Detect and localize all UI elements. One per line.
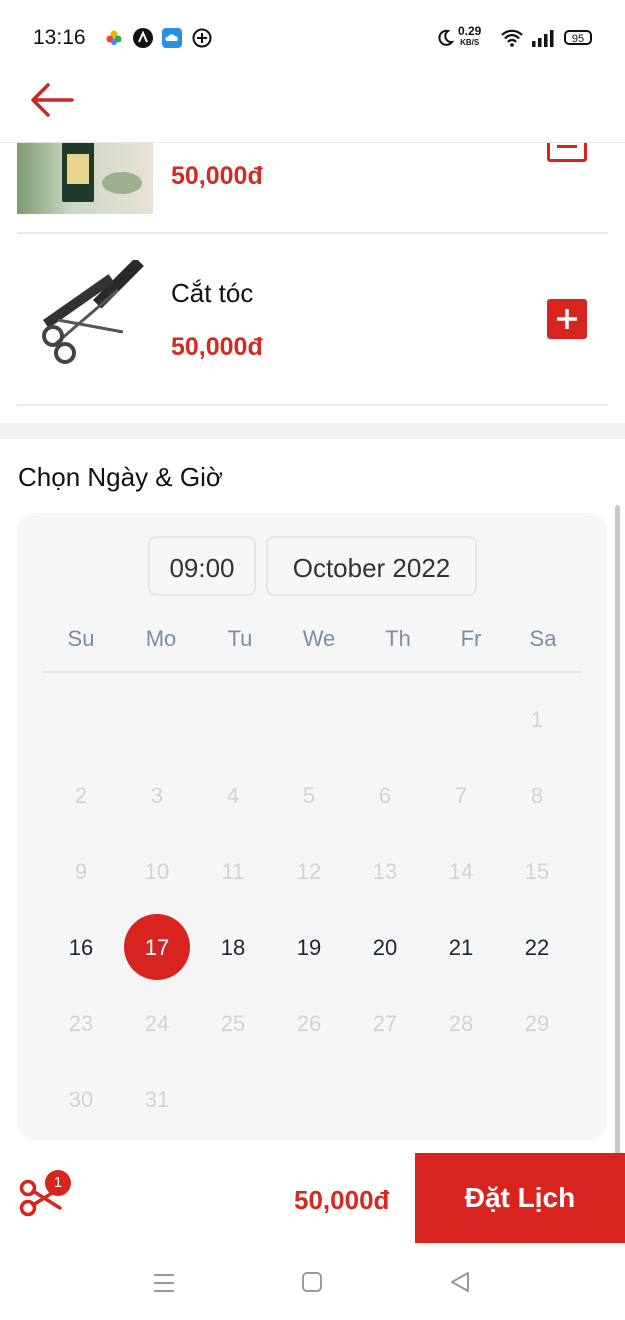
moon-icon: [438, 29, 455, 46]
book-button[interactable]: Đặt Lịch: [415, 1153, 625, 1243]
plus-icon: [557, 309, 577, 329]
service-price: 50,000đ: [171, 333, 263, 361]
net-speed-unit: KB/S: [460, 38, 480, 47]
minus-icon: [557, 145, 577, 148]
calendar-day: 13: [372, 859, 398, 884]
calendar-day: 11: [221, 859, 245, 884]
calendar-day-available[interactable]: 22: [499, 933, 575, 963]
weekday-divider: [43, 671, 581, 673]
cart-count-badge: 1: [45, 1170, 71, 1196]
calendar-day: 12: [296, 859, 322, 884]
home-icon[interactable]: [300, 1270, 324, 1294]
net-speed-value: 0.29: [458, 24, 482, 38]
calendar-day: 2: [74, 783, 88, 808]
service-row: 50,000đ: [17, 122, 608, 234]
calendar-day-available[interactable]: 16: [43, 933, 119, 963]
system-nav-bar: [0, 1248, 625, 1320]
calendar-day: 23: [68, 1011, 94, 1036]
weekday-tu: Tu: [227, 626, 253, 651]
calendar-day: 8: [530, 783, 544, 808]
calendar-day: 30: [68, 1087, 94, 1112]
arrow-left-icon[interactable]: [30, 82, 74, 118]
service-price: 50,000đ: [171, 162, 263, 190]
calendar-day-available[interactable]: 20: [347, 933, 423, 963]
service-name: Cắt tóc: [171, 278, 254, 308]
month-select[interactable]: October 2022: [266, 536, 477, 596]
calendar-day: 4: [226, 783, 240, 808]
back-icon[interactable]: [448, 1270, 472, 1294]
scissors-comb-image: [42, 260, 144, 364]
section-title: Chọn Ngày & Giờ: [18, 462, 223, 492]
calendar-day: 1: [530, 707, 544, 732]
calendar-day: 29: [524, 1011, 550, 1036]
wifi-icon: [501, 29, 523, 47]
calendar-day: 15: [524, 859, 550, 884]
calendar-day: 26: [296, 1011, 322, 1036]
add-service-button[interactable]: [547, 299, 587, 339]
calendar-day: 7: [454, 783, 468, 808]
calendar-day: 9: [74, 859, 88, 884]
app-header: [0, 78, 625, 143]
calendar-day-selected[interactable]: 17: [119, 933, 195, 963]
cloud-app-icon: [162, 28, 182, 48]
plus-circle-icon: [192, 28, 212, 48]
weekday-fr: Fr: [460, 626, 482, 651]
calendar-day-available[interactable]: 21: [423, 933, 499, 963]
total-price: 50,000đ: [294, 1185, 390, 1215]
weekday-su: Su: [67, 626, 95, 651]
calendar-day: 27: [372, 1011, 398, 1036]
calendar-day: 3: [150, 783, 164, 808]
status-time: 13:16: [33, 26, 86, 49]
calendar-day: 24: [144, 1011, 170, 1036]
weekday-we: We: [302, 626, 336, 651]
calendar-day: 6: [378, 783, 392, 808]
weekday-sa: Sa: [529, 626, 557, 651]
net-speed: 0.29 KB/S: [458, 24, 482, 48]
battery-icon: 95: [564, 30, 592, 45]
status-bar: 13:16 0.29 KB/S 95: [0, 0, 625, 78]
app-a-icon: [133, 28, 153, 48]
date-time-picker: [17, 513, 607, 1140]
section-divider: [0, 423, 625, 439]
pinwheel-icon: [106, 30, 122, 45]
calendar-day-available[interactable]: 18: [195, 933, 271, 963]
weekday-mo: Mo: [145, 626, 177, 651]
time-select[interactable]: 09:00: [148, 536, 256, 596]
service-image: [17, 142, 153, 214]
calendar-day: 28: [448, 1011, 474, 1036]
calendar-day: 31: [144, 1087, 170, 1112]
service-row: Cắt tóc 50,000đ: [17, 234, 608, 406]
calendar-day-available[interactable]: 19: [271, 933, 347, 963]
menu-icon[interactable]: [152, 1272, 176, 1294]
calendar-day: 10: [144, 859, 170, 884]
calendar-day: 25: [220, 1011, 246, 1036]
calendar-day: 5: [302, 783, 316, 808]
calendar-day: 14: [448, 859, 474, 884]
scrollbar[interactable]: [615, 505, 620, 1155]
weekday-th: Th: [385, 626, 411, 651]
signal-icon: [532, 30, 554, 47]
